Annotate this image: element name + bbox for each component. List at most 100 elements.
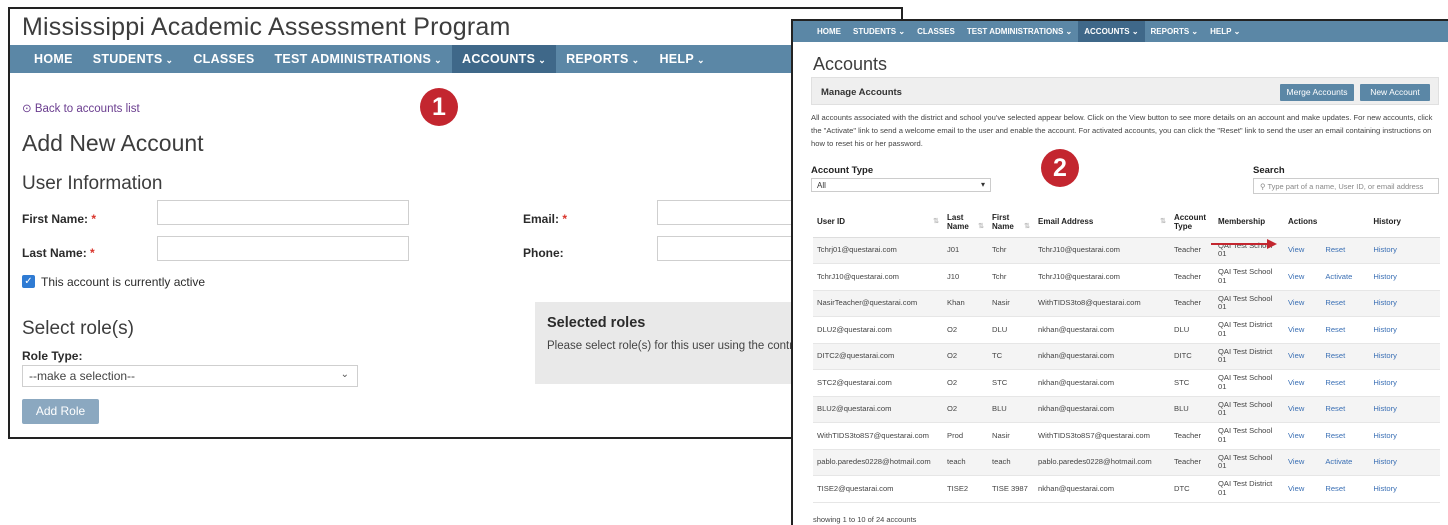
user-id-cell: Tchrj01@questarai.com [813,237,943,264]
account-type-cell: Teacher [1170,290,1214,317]
main-nav: HOME STUDENTS ⌄ CLASSES TEST ADMINISTRATI… [10,45,901,73]
history-link[interactable]: History [1369,396,1440,423]
nav-help[interactable]: HELP ⌄ [649,45,714,73]
nav-students[interactable]: STUDENTS ⌄ [83,45,184,73]
chevron-down-icon: ⌄ [340,369,349,380]
reset-link[interactable]: Reset [1321,237,1370,264]
sort-icon: ⇅ [1024,222,1030,230]
new-account-button[interactable]: New Account [1360,84,1430,101]
view-link[interactable]: View [1284,396,1322,423]
first-name-input[interactable] [157,200,409,225]
activate-link[interactable]: Activate [1321,263,1370,291]
account-type-select[interactable]: All ▾ [811,178,991,192]
nav-reports[interactable]: REPORTS ⌄ [556,45,649,73]
page-title: Add New Account [22,130,204,156]
column-header[interactable]: User ID ⇅ [813,207,943,238]
nav-classes[interactable]: CLASSES [183,45,264,73]
back-to-accounts-link[interactable]: ⊙ Back to accounts list [22,101,140,115]
first-name-label: First Name: * [22,212,97,226]
nav-classes[interactable]: CLASSES [911,21,961,42]
nav-test-administrations[interactable]: TEST ADMINISTRATIONS ⌄ [264,45,452,73]
chevron-down-icon: ⌄ [697,55,705,65]
add-role-button[interactable]: Add Role [22,399,99,424]
view-link[interactable]: View [1284,263,1322,291]
history-link[interactable]: History [1369,343,1440,370]
user-id-cell: WithTIDS3to8S7@questarai.com [813,422,943,450]
nav-help[interactable]: HELP ⌄ [1204,21,1246,42]
add-account-window: Mississippi Academic Assessment Program … [8,7,903,439]
step-badge-1: 1 [420,88,458,126]
nav-accounts[interactable]: ACCOUNTS ⌄ [1078,21,1145,42]
role-type-select[interactable]: --make a selection-- ⌄ [22,365,358,387]
first-name-cell: Tchr [988,237,1034,264]
column-header[interactable]: Last Name ⇅ [943,207,988,238]
column-header[interactable]: First Name ⇅ [988,207,1034,238]
reset-link[interactable]: Reset [1321,343,1370,370]
history-link[interactable]: History [1369,316,1440,344]
history-link[interactable]: History [1369,369,1440,397]
nav-test-administrations[interactable]: TEST ADMINISTRATIONS ⌄ [961,21,1078,42]
membership-cell: QAI Test District 01 [1214,316,1284,344]
history-link[interactable]: History [1369,290,1440,317]
column-header[interactable]: Membership [1214,207,1284,238]
table-row: DITC2@questarai.com O2 TC nkhan@questara… [813,343,1440,370]
nav-home[interactable]: HOME [24,45,83,73]
view-link[interactable]: View [1284,237,1322,264]
chevron-down-icon: ▾ [980,180,985,189]
reset-link[interactable]: Reset [1321,475,1370,503]
search-input[interactable]: ⚲ Type part of a name, User ID, or email… [1253,178,1439,194]
account-type-cell: DLU [1170,316,1214,344]
history-link[interactable]: History [1369,449,1440,476]
history-link[interactable]: History [1369,263,1440,291]
history-link[interactable]: History [1369,475,1440,503]
column-header[interactable]: Account Type [1170,207,1214,238]
view-link[interactable]: View [1284,316,1322,344]
account-type-cell: STC [1170,369,1214,397]
nav-accounts[interactable]: ACCOUNTS ⌄ [452,45,557,73]
arrow-right-icon [1267,239,1277,249]
table-row: NasirTeacher@questarai.com Khan Nasir Wi… [813,290,1440,317]
column-header[interactable]: Email Address ⇅ [1034,207,1170,238]
first-name-cell: DLU [988,316,1034,344]
table-header-row: User ID ⇅ Last Name ⇅ First Name ⇅ Email Ad… [813,207,1440,238]
view-link[interactable]: View [1284,290,1322,317]
sort-icon: ⇅ [1160,218,1166,226]
last-name-cell: teach [943,449,988,476]
table-row: TISE2@questarai.com TISE2 TISE 3987 nkha… [813,475,1440,503]
first-name-cell: STC [988,369,1034,397]
view-link[interactable]: View [1284,475,1322,503]
view-link[interactable]: View [1284,369,1322,397]
membership-cell: QAI Test School 01 [1214,422,1284,450]
first-name-cell: TC [988,343,1034,370]
active-checkbox[interactable]: ✓ [22,275,35,288]
history-link[interactable]: History [1369,422,1440,450]
reset-link[interactable]: Reset [1321,316,1370,344]
reset-link[interactable]: Reset [1321,369,1370,397]
circle-arrow-icon: ⊙ [22,103,32,115]
view-link[interactable]: View [1284,449,1322,476]
view-link[interactable]: View [1284,343,1322,370]
email-cell: WithTIDS3to8S7@questarai.com [1034,422,1170,450]
nav-reports[interactable]: REPORTS ⌄ [1145,21,1205,42]
app-title: Mississippi Academic Assessment Program [22,13,511,41]
merge-accounts-button[interactable]: Merge Accounts [1280,84,1354,101]
user-information-heading: User Information [22,173,163,194]
membership-cell: QAI Test School 01 [1214,369,1284,397]
last-name-input[interactable] [157,236,409,261]
first-name-cell: Nasir [988,290,1034,317]
reset-link[interactable]: Reset [1321,396,1370,423]
activate-link[interactable]: Activate [1321,449,1370,476]
nav-students[interactable]: STUDENTS ⌄ [847,21,911,42]
table-row: pablo.paredes0228@hotmail.com teach teac… [813,449,1440,476]
nav-home[interactable]: HOME [811,21,847,42]
search-label: Search [1253,165,1285,176]
view-link[interactable]: View [1284,422,1322,450]
reset-link[interactable]: Reset [1321,290,1370,317]
table-row: DLU2@questarai.com O2 DLU nkhan@questara… [813,316,1440,344]
table-row: Tchrj01@questarai.com J01 Tchr TchrJ10@q… [813,237,1440,264]
reset-link[interactable]: Reset [1321,422,1370,450]
account-type-cell: Teacher [1170,263,1214,291]
email-cell: nkhan@questarai.com [1034,369,1170,397]
history-link[interactable]: History [1369,237,1440,264]
membership-cell: QAI Test School 01 [1214,449,1284,476]
